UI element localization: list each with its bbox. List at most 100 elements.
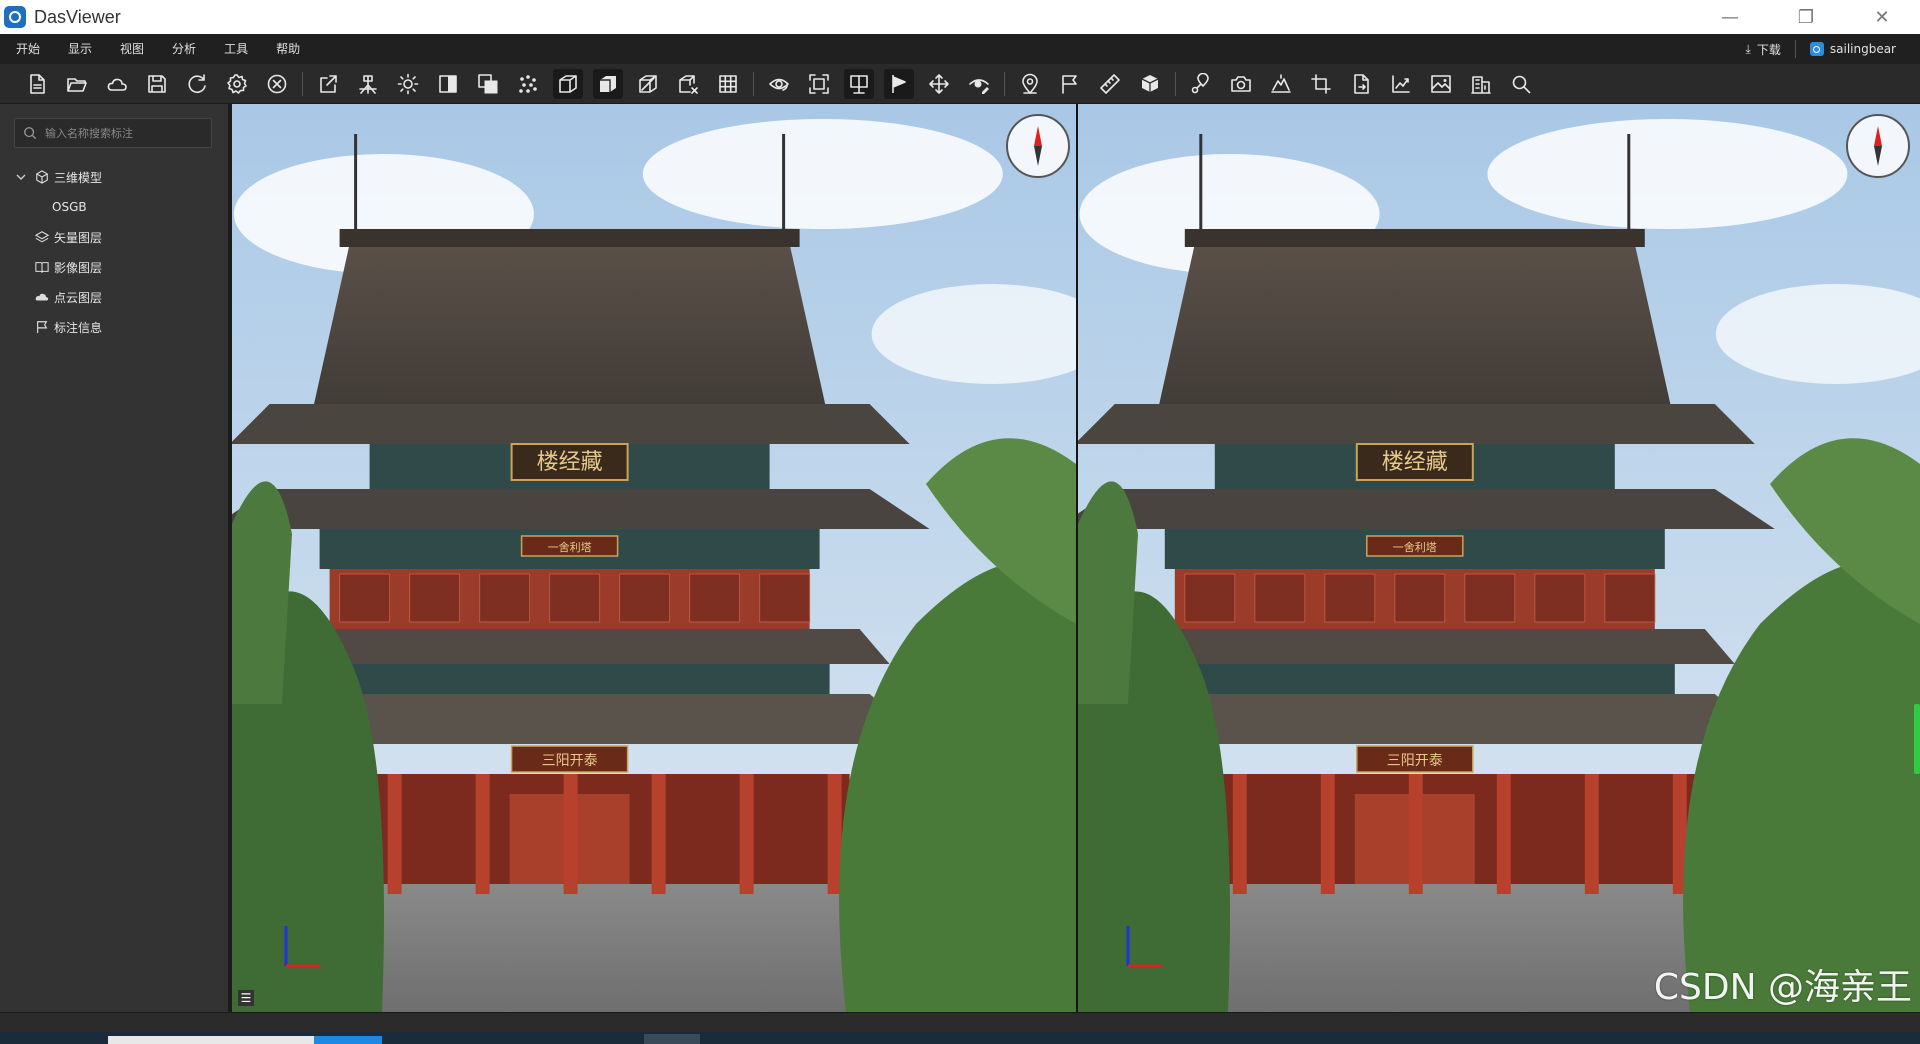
- contrast-icon: [439, 74, 457, 93]
- list-toggle-icon[interactable]: ☰: [238, 990, 254, 1006]
- route-pin-button[interactable]: [1186, 69, 1216, 99]
- file-export-button[interactable]: [1346, 69, 1376, 99]
- menu-tools[interactable]: 工具: [210, 34, 262, 64]
- toolbar: [0, 64, 1920, 104]
- app-title: DasViewer: [34, 6, 121, 27]
- contrast-button[interactable]: [433, 69, 463, 99]
- close-circle-button[interactable]: [262, 69, 292, 99]
- move-icon: [929, 73, 949, 94]
- settings-icon: [227, 73, 247, 94]
- taskbar-item-active[interactable]: [314, 1036, 382, 1044]
- camera-button[interactable]: [1226, 69, 1256, 99]
- close-button[interactable]: ✕: [1844, 0, 1920, 34]
- viewport-right[interactable]: 楼经藏 一舍利塔 三阳开泰 CSDN @海亲王: [1078, 104, 1920, 1012]
- crop-button[interactable]: [1306, 69, 1336, 99]
- flag-button[interactable]: [1055, 69, 1085, 99]
- restore-button[interactable]: ❐: [1768, 0, 1844, 34]
- search-button[interactable]: [1506, 69, 1536, 99]
- building-model-scene[interactable]: 楼经藏一舍利塔三阳开泰: [232, 104, 1076, 1012]
- flag-icon: [34, 319, 50, 335]
- zoom-slider[interactable]: [1914, 704, 1920, 774]
- tree-item-vector-layer[interactable]: 矢量图层: [0, 222, 228, 252]
- settings-button[interactable]: [222, 69, 252, 99]
- save-button[interactable]: [142, 69, 172, 99]
- menu-start[interactable]: 开始: [0, 34, 54, 64]
- building-model-scene[interactable]: 楼经藏一舍利塔三阳开泰: [1078, 104, 1920, 1012]
- viewport-left[interactable]: 楼经藏 一舍利塔 三阳开泰 ☰: [232, 104, 1076, 1012]
- cloud-icon: [107, 78, 127, 91]
- download-icon: ⤓: [1745, 41, 1751, 56]
- pin-button[interactable]: [1015, 69, 1045, 99]
- close-circle-icon: [267, 74, 287, 93]
- pin-icon: [1022, 73, 1038, 94]
- svg-text:楼经藏: 楼经藏: [1382, 450, 1448, 475]
- cube-icon: [34, 169, 50, 185]
- tree-item-annotation[interactable]: 标注信息: [0, 312, 228, 342]
- tree-item-label: 影像图层: [54, 260, 103, 275]
- chart-export-button[interactable]: [1386, 69, 1416, 99]
- play-flag-button[interactable]: [884, 68, 914, 99]
- file-export-icon: [1354, 73, 1369, 94]
- flag-icon: [1062, 74, 1077, 94]
- light-button[interactable]: [393, 69, 423, 99]
- search-input[interactable]: [45, 126, 205, 140]
- tree-item-pointcloud-layer[interactable]: 点云图层: [0, 282, 228, 312]
- refresh-button[interactable]: [182, 69, 212, 99]
- axis-gizmo-icon: [280, 922, 324, 972]
- menu-display[interactable]: 显示: [54, 34, 106, 64]
- grid-icon: [719, 74, 737, 93]
- layers-overlay-icon: [478, 73, 498, 93]
- building-button[interactable]: [1466, 69, 1496, 99]
- tree-item-label: 矢量图层: [54, 230, 103, 245]
- compass-icon[interactable]: [1006, 114, 1070, 178]
- user-account[interactable]: sailingbear: [1796, 42, 1920, 56]
- box-x-icon: [679, 74, 698, 94]
- export-icon: [320, 74, 337, 93]
- ruler-button[interactable]: [1095, 69, 1125, 99]
- box-wireframe-button[interactable]: [553, 68, 583, 99]
- tree-item-3d-model[interactable]: 三维模型: [0, 162, 228, 192]
- menu-help[interactable]: 帮助: [262, 34, 314, 64]
- toolbar-separator: [753, 71, 754, 96]
- layers-overlay-button[interactable]: [473, 69, 503, 99]
- new-file-button[interactable]: [22, 69, 52, 99]
- compass-icon[interactable]: [1846, 114, 1910, 178]
- split-view-button[interactable]: [844, 68, 874, 99]
- layer-sidebar: 三维模型 OSGB 矢量图层 影像图层 点云图层 标注信息: [0, 104, 228, 1012]
- status-bar: [0, 1012, 1920, 1032]
- search-box[interactable]: [14, 118, 212, 148]
- svg-text:一舍利塔: 一舍利塔: [1393, 540, 1437, 554]
- cube-measure-button[interactable]: [1135, 69, 1165, 99]
- minimize-button[interactable]: —: [1692, 0, 1768, 34]
- eye-edit-icon: [969, 78, 989, 94]
- eye-orbit-button[interactable]: [764, 69, 794, 99]
- taskbar-item[interactable]: [644, 1034, 700, 1044]
- tree-item-osgb[interactable]: OSGB: [0, 192, 228, 222]
- grid-button[interactable]: [713, 69, 743, 99]
- menu-view[interactable]: 视图: [106, 34, 158, 64]
- open-folder-button[interactable]: [62, 69, 92, 99]
- image-button[interactable]: [1426, 69, 1456, 99]
- fullscreen-button[interactable]: [804, 69, 834, 99]
- terrain-icon: [1271, 73, 1291, 93]
- download-button[interactable]: ⤓ 下载: [1732, 41, 1795, 58]
- split-view-icon: [850, 74, 868, 94]
- tree-item-image-layer[interactable]: 影像图层: [0, 252, 228, 282]
- terrain-button[interactable]: [1266, 69, 1296, 99]
- menu-analysis[interactable]: 分析: [158, 34, 210, 64]
- box-solid-button[interactable]: [593, 68, 623, 99]
- svg-text:楼经藏: 楼经藏: [537, 450, 603, 475]
- open-folder-icon: [67, 77, 87, 92]
- move-button[interactable]: [924, 69, 954, 99]
- export-button[interactable]: [313, 69, 343, 99]
- chevron-down-icon[interactable]: [16, 172, 30, 182]
- tripod-icon: [359, 74, 377, 94]
- cube-measure-icon: [1141, 74, 1159, 92]
- point-cloud-button[interactable]: [513, 69, 543, 99]
- tripod-button[interactable]: [353, 69, 383, 99]
- eye-edit-button[interactable]: [964, 69, 994, 99]
- cloud-button[interactable]: [102, 69, 132, 99]
- box-cut-button[interactable]: [633, 69, 663, 99]
- box-x-button[interactable]: [673, 69, 703, 99]
- taskbar-item[interactable]: [108, 1036, 314, 1044]
